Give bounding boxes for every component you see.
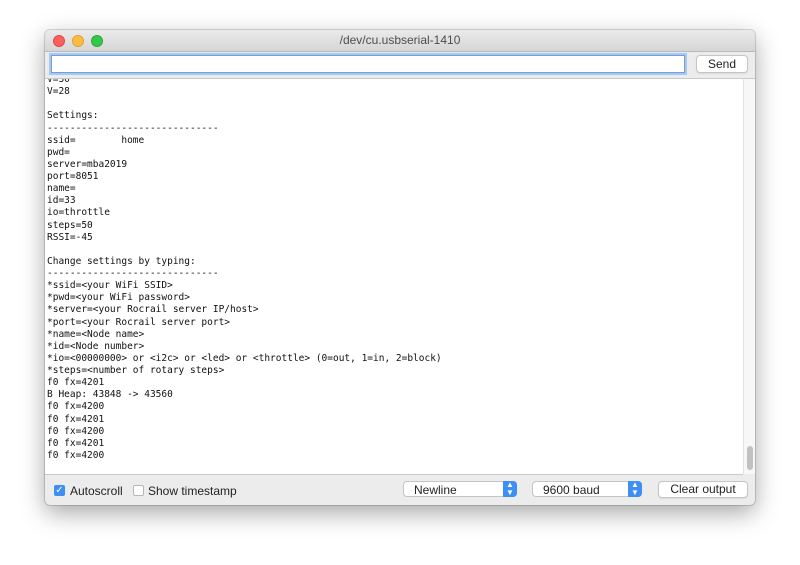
output-line: steps=50 <box>47 219 93 231</box>
output-line: *steps=<number of rotary steps> <box>47 365 225 376</box>
output-line: *port=<your Rocrail server port> <box>47 316 231 328</box>
clear-output-button[interactable]: Clear output <box>658 481 748 498</box>
output-line: Settings: <box>47 110 99 122</box>
output-line: pwd= <box>47 146 70 158</box>
baud-rate-value: 9600 baud <box>543 483 600 497</box>
output-line: *id=<Node number> <box>47 340 145 352</box>
serial-output: V=30 V=28 Settings: ----------------------… <box>45 78 743 475</box>
output-line: f0 fx=4201 <box>47 413 105 425</box>
send-button[interactable]: Send <box>696 55 748 73</box>
autoscroll-checkbox[interactable]: ✓ <box>54 485 65 496</box>
output-line: RSSI=-45 <box>47 231 93 243</box>
output-line: *pwd=<your WiFi password> <box>47 292 190 304</box>
output-line: f0 fx=4200 <box>47 401 105 413</box>
title-bar: /dev/cu.usbserial-1410 <box>45 30 755 52</box>
chevron-updown-icon: ▲ ▼ <box>628 481 642 497</box>
output-line: V=30 <box>47 78 70 85</box>
output-line: Change settings by typing: <box>47 255 196 267</box>
close-button[interactable] <box>53 35 65 47</box>
zoom-button[interactable] <box>91 35 103 47</box>
line-ending-value: Newline <box>414 483 457 497</box>
output-line: f0 fx=4201 <box>47 437 105 449</box>
minimize-button[interactable] <box>72 35 84 47</box>
scrollbar[interactable] <box>743 78 755 474</box>
output-line: ------------------------------ <box>47 268 219 279</box>
line-ending-select[interactable]: Newline ▲ ▼ <box>403 481 517 497</box>
autoscroll-label: Autoscroll <box>70 484 123 498</box>
output-lines: V=30 V=28 Settings: ----------------------… <box>47 78 442 462</box>
output-line: name= <box>47 183 76 195</box>
output-line: ------------------------------ <box>47 122 219 134</box>
output-line: ssid= home <box>47 134 145 146</box>
output-line: *ssid=<your WiFi SSID> <box>47 280 173 292</box>
output-line: *name=<Node name> <box>47 328 145 340</box>
serial-input[interactable] <box>51 55 685 73</box>
chevron-updown-icon: ▲ ▼ <box>503 481 517 497</box>
output-line: *server=<your Rocrail server IP/host> <box>47 304 259 316</box>
scrollbar-thumb[interactable] <box>747 446 753 470</box>
output-line: server=mba2019 <box>47 158 128 170</box>
output-line: f0 fx=4200 <box>47 449 105 461</box>
output-line: f0 fx=4201 <box>47 377 105 389</box>
output-line: *io=<00000000> or <i2c> or <led> or <thr… <box>47 352 442 364</box>
show-timestamp-checkbox[interactable] <box>133 485 144 496</box>
output-line: B Heap: 43848 -> 43560 <box>47 389 173 401</box>
baud-rate-select[interactable]: 9600 baud ▲ ▼ <box>532 481 642 497</box>
output-line: f0 fx=4200 <box>47 425 105 437</box>
output-line: port=8051 <box>47 171 99 182</box>
output-line: io=throttle <box>47 207 110 219</box>
window-title: /dev/cu.usbserial-1410 <box>339 33 461 47</box>
serial-monitor-window: /dev/cu.usbserial-1410 Send V=30 V=28 Set… <box>45 30 755 505</box>
output-line: id=33 <box>47 195 76 207</box>
show-timestamp-label: Show timestamp <box>148 484 237 498</box>
output-line: V=28 <box>47 86 70 98</box>
